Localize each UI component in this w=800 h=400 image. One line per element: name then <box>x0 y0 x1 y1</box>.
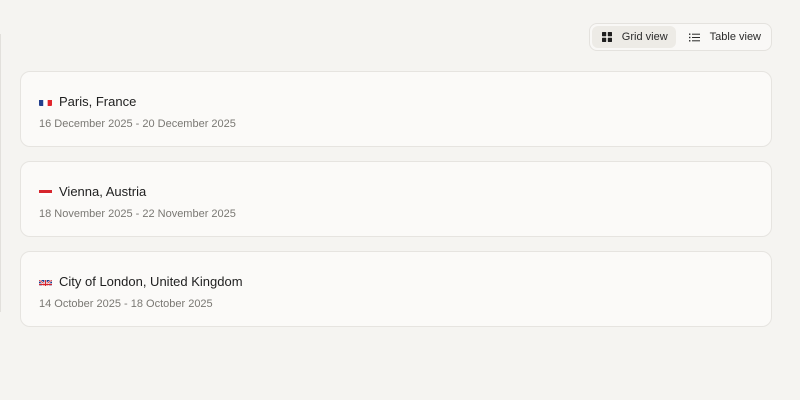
trip-card-paris[interactable]: Paris, France 16 December 2025 - 20 Dece… <box>20 71 772 147</box>
trip-dates: 18 November 2025 - 22 November 2025 <box>39 208 236 220</box>
trip-dates: 14 October 2025 - 18 October 2025 <box>39 298 213 310</box>
grid-view-button[interactable]: Grid view <box>591 26 676 48</box>
table-view-label: Table view <box>709 31 761 43</box>
france-flag-icon <box>39 97 52 106</box>
trip-location: City of London, United Kingdom <box>59 273 243 289</box>
table-view-button[interactable]: Table view <box>680 26 769 48</box>
trip-title: City of London, United Kingdom <box>39 273 753 289</box>
trip-title: Vienna, Austria <box>39 183 753 199</box>
view-toggle: Grid view Table view <box>588 23 772 51</box>
uk-flag-icon <box>39 277 52 286</box>
trip-list: Paris, France 16 December 2025 - 20 Dece… <box>20 71 772 341</box>
trip-card-london[interactable]: City of London, United Kingdom 14 Octobe… <box>20 251 772 327</box>
trips-page: Grid view Table view Paris, France 16 De… <box>0 0 800 400</box>
grid-icon <box>601 31 613 43</box>
trip-dates: 16 December 2025 - 20 December 2025 <box>39 118 236 130</box>
left-edge-divider <box>0 34 1 312</box>
austria-flag-icon <box>39 187 52 196</box>
trip-location: Vienna, Austria <box>59 183 147 199</box>
list-icon <box>689 31 701 43</box>
trip-card-vienna[interactable]: Vienna, Austria 18 November 2025 - 22 No… <box>20 161 772 237</box>
grid-view-label: Grid view <box>621 31 668 43</box>
trip-location: Paris, France <box>59 93 137 109</box>
trip-title: Paris, France <box>39 93 753 109</box>
